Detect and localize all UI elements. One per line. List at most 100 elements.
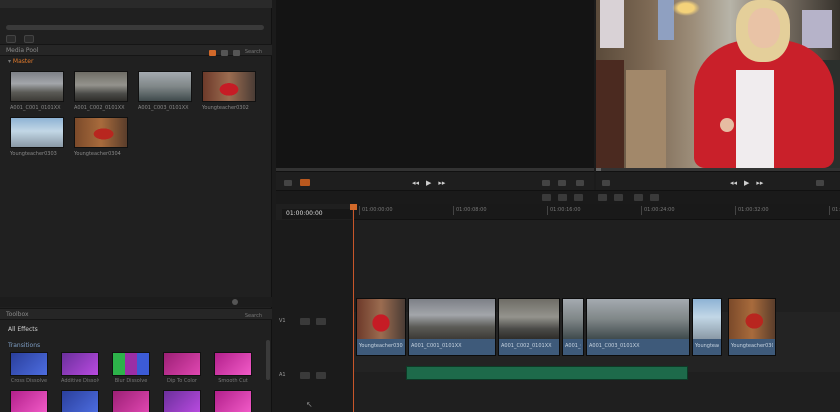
source-match-icon[interactable]	[576, 180, 584, 186]
program-frame-image	[596, 0, 840, 168]
toolbox-scrollbar[interactable]	[266, 340, 270, 380]
media-pool-tools: Search	[208, 47, 262, 58]
transition-item[interactable]: Iris	[10, 390, 48, 412]
timeline-clip-name: A001_C002_0101XX	[501, 343, 552, 349]
media-pool-title: Media Pool	[6, 47, 39, 54]
track-header-a1: A1	[276, 368, 354, 384]
transition-item[interactable]: Cross Dissolve	[10, 352, 48, 384]
timeline-clip[interactable]: A001_C003_0101XX	[562, 298, 584, 356]
clip-name: Youngteacher0303	[10, 151, 57, 157]
timeline-clip[interactable]: Youngteacher0303	[692, 298, 722, 356]
clip-name: A001_C001_0101XX	[10, 105, 61, 111]
master-bin[interactable]: Master	[8, 58, 34, 65]
timeline-timecode[interactable]: 01:00:00:00	[282, 209, 352, 219]
media-pool-clip[interactable]: A001_C002_0101XX	[74, 71, 128, 111]
transition-preview	[10, 352, 48, 376]
transition-item[interactable]: Shape	[112, 390, 150, 412]
timeline-clip-name: Youngteacher0303	[695, 343, 719, 349]
timeline[interactable]: 01:00:00:00 01:00:00:00 01:00:08:00 01:00:…	[276, 204, 840, 412]
timeline-clip[interactable]: A001_C003_0101XX	[586, 298, 690, 356]
toolbox-tools: Search	[245, 311, 262, 322]
toolbox-title: Toolbox	[6, 311, 29, 318]
transition-label: Cross Dissolve	[10, 378, 48, 384]
clip-thumbnail	[74, 117, 128, 148]
clip-name: Youngteacher0302	[202, 105, 249, 111]
program-prev-frame-icon[interactable]: ◂◂	[730, 179, 737, 187]
source-mark-icon[interactable]	[300, 179, 310, 186]
source-play-icon[interactable]: ▶	[426, 179, 431, 187]
horizontal-scrollbar[interactable]	[6, 25, 264, 30]
timeline-viewer[interactable]	[596, 0, 840, 168]
toolbox-section[interactable]: All Effects	[8, 326, 38, 333]
timeline-clip[interactable]: A001_C001_0101XX	[408, 298, 496, 356]
list-view-icon[interactable]	[220, 49, 228, 56]
transitions-category[interactable]: Transitions	[8, 342, 40, 349]
program-loop-icon[interactable]	[602, 180, 610, 186]
program-transport: ◂◂ ▶ ▸▸	[730, 179, 763, 187]
clip-thumbnail	[10, 117, 64, 148]
timeline-clip-thumbnail	[499, 299, 559, 339]
source-in-icon[interactable]	[542, 180, 550, 186]
transition-item[interactable]: Additive Dissolve	[61, 352, 99, 384]
media-pool-clip[interactable]: A001_C001_0101XX	[10, 71, 64, 111]
media-pool-grid: A001_C001_0101XX A001_C002_0101XX A001_C00…	[10, 71, 266, 157]
program-play-icon[interactable]: ▶	[744, 179, 749, 187]
toolbox-search-label[interactable]: Search	[245, 311, 262, 322]
track-header-v1: V1	[276, 314, 354, 330]
source-transport: ◂◂ ▶ ▸▸	[412, 179, 445, 187]
snapping-icon[interactable]	[634, 194, 643, 201]
selection-tool-icon[interactable]	[542, 194, 551, 201]
timeline-ruler[interactable]: 01:00:00:00 01:00:08:00 01:00:16:00 01:00:2…	[354, 204, 840, 220]
clip-thumbnail	[74, 71, 128, 102]
transition-item[interactable]: Blur Dissolve	[112, 352, 150, 384]
ruler-tick: 01:00:00:00	[359, 206, 393, 215]
transition-item[interactable]: Wipe	[163, 390, 201, 412]
transition-item[interactable]: Slide	[214, 390, 252, 412]
source-viewer[interactable]	[276, 0, 594, 168]
transition-preview	[61, 390, 99, 412]
timeline-clip[interactable]: Youngteacher0304	[728, 298, 776, 356]
top-strip	[0, 0, 272, 8]
transition-preview	[10, 390, 48, 412]
transition-item[interactable]: Dip To Color	[163, 352, 201, 384]
grid-view-icon[interactable]	[208, 49, 216, 56]
source-prev-frame-icon[interactable]: ◂◂	[412, 179, 419, 187]
thumb-view-button[interactable]	[24, 35, 34, 43]
media-search-label[interactable]: Search	[245, 47, 262, 58]
sort-icon[interactable]	[232, 49, 240, 56]
media-pool-clip[interactable]: Youngteacher0302	[202, 71, 256, 111]
track-visibility-icon[interactable]	[316, 318, 326, 325]
panel-splitter[interactable]	[0, 297, 272, 307]
timeline-clip-name: A001_C003_0101XX	[565, 343, 581, 349]
media-pool-clip[interactable]: Youngteacher0304	[74, 117, 128, 157]
overwrite-clip-icon[interactable]	[614, 194, 623, 201]
audio-clip[interactable]	[406, 366, 688, 380]
transition-item[interactable]: Motion	[61, 390, 99, 412]
transition-preview	[214, 352, 252, 376]
playhead[interactable]	[350, 204, 357, 412]
insert-clip-icon[interactable]	[598, 194, 607, 201]
splitter-grip-icon[interactable]	[232, 299, 238, 305]
timeline-clip-name: A001_C003_0101XX	[589, 343, 640, 349]
ruler-tick: 01:00:16:00	[547, 206, 581, 215]
trim-tool-icon[interactable]	[558, 194, 567, 201]
media-pool-clip[interactable]: Youngteacher0303	[10, 117, 64, 157]
program-options-icon[interactable]	[816, 180, 824, 186]
audio-lock-icon[interactable]	[300, 372, 310, 379]
source-next-frame-icon[interactable]: ▸▸	[438, 179, 445, 187]
ruler-tick: 01:00:08:00	[453, 206, 487, 215]
transition-item[interactable]: Smooth Cut	[214, 352, 252, 384]
timeline-clip[interactable]: A001_C002_0101XX	[498, 298, 560, 356]
blade-tool-icon[interactable]	[574, 194, 583, 201]
linked-selection-icon[interactable]	[650, 194, 659, 201]
ruler-tick: 01:00:24:00	[641, 206, 675, 215]
audio-mute-icon[interactable]	[316, 372, 326, 379]
list-view-button[interactable]	[6, 35, 16, 43]
source-loop-icon[interactable]	[284, 180, 292, 186]
track-lock-icon[interactable]	[300, 318, 310, 325]
media-pool-clip[interactable]: A001_C003_0101XX	[138, 71, 192, 111]
timeline-clip[interactable]: Youngteacher0302	[356, 298, 406, 356]
source-out-icon[interactable]	[558, 180, 566, 186]
timeline-clip-thumbnail	[409, 299, 495, 339]
program-next-frame-icon[interactable]: ▸▸	[756, 179, 763, 187]
